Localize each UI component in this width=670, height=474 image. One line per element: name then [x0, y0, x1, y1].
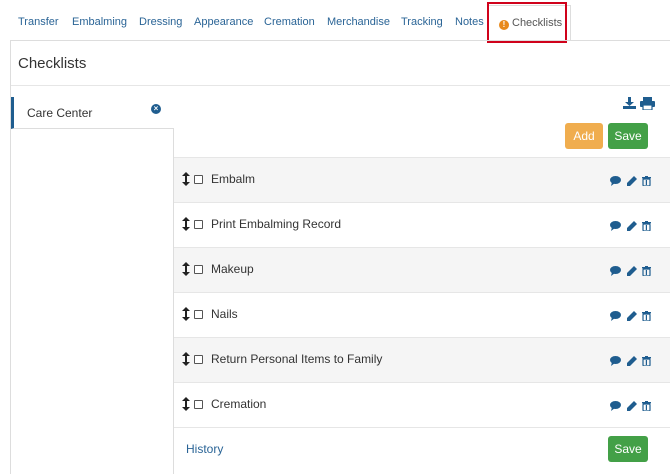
row-actions	[610, 308, 654, 322]
checklist-checkbox[interactable]	[194, 220, 203, 229]
comment-icon[interactable]	[610, 398, 621, 416]
history-link[interactable]: History	[186, 442, 223, 456]
tab-highlight-box	[487, 2, 567, 43]
checklist-checkbox[interactable]	[194, 400, 203, 409]
tab-tracking[interactable]: Tracking	[401, 0, 443, 40]
checklist-item-label: Return Personal Items to Family	[211, 352, 383, 366]
sidebar-item-care-center[interactable]: Care Center ×	[11, 97, 174, 129]
comment-icon[interactable]	[610, 173, 621, 191]
edit-icon[interactable]	[627, 398, 637, 416]
tab-dressing[interactable]: Dressing	[139, 0, 182, 40]
panel-heading: Checklists	[11, 41, 670, 86]
tab-merchandise[interactable]: Merchandise	[327, 0, 390, 40]
drag-handle-icon[interactable]	[182, 172, 190, 186]
checklist-item-label: Makeup	[211, 262, 254, 276]
row-actions	[610, 173, 654, 187]
tab-notes[interactable]: Notes	[455, 0, 484, 40]
row-actions	[610, 353, 654, 367]
row-actions	[610, 263, 654, 277]
comment-icon[interactable]	[610, 218, 621, 236]
checklist-row: Return Personal Items to Family	[174, 337, 670, 382]
print-icon[interactable]	[640, 97, 655, 110]
checklist-item-label: Embalm	[211, 172, 256, 186]
edit-icon[interactable]	[627, 308, 637, 326]
checklist-list: Embalm Print Embalming Record Makeup Nails R…	[174, 157, 670, 427]
tab-bar: Transfer Embalming Dressing Appearance C…	[10, 0, 670, 40]
tab-transfer[interactable]: Transfer	[18, 0, 59, 40]
checklist-item-label: Nails	[211, 307, 238, 321]
save-button[interactable]: Save	[608, 123, 648, 149]
drag-handle-icon[interactable]	[182, 397, 190, 411]
checklist-item-label: Cremation	[211, 397, 267, 411]
trash-icon[interactable]	[642, 353, 651, 371]
checklist-checkbox[interactable]	[194, 355, 203, 364]
checklist-checkbox[interactable]	[194, 175, 203, 184]
add-button[interactable]: Add	[565, 123, 603, 149]
drag-handle-icon[interactable]	[182, 307, 190, 321]
tab-cremation[interactable]: Cremation	[264, 0, 315, 40]
checklist-item-label: Print Embalming Record	[211, 217, 342, 231]
trash-icon[interactable]	[642, 308, 651, 326]
panel-footer: History Save	[174, 427, 670, 474]
trash-icon[interactable]	[642, 263, 651, 281]
edit-icon[interactable]	[627, 263, 637, 281]
comment-icon[interactable]	[610, 263, 621, 281]
checklist-row: Makeup	[174, 247, 670, 292]
tab-appearance[interactable]: Appearance	[194, 0, 253, 40]
drag-handle-icon[interactable]	[182, 352, 190, 366]
trash-icon[interactable]	[642, 173, 651, 191]
save-button-bottom[interactable]: Save	[608, 436, 648, 462]
tab-embalming[interactable]: Embalming	[72, 0, 127, 40]
checklist-row: Nails	[174, 292, 670, 337]
page-title: Checklists	[18, 55, 87, 72]
row-actions	[610, 218, 654, 232]
comment-icon[interactable]	[610, 308, 621, 326]
checklist-row: Cremation	[174, 382, 670, 427]
drag-handle-icon[interactable]	[182, 217, 190, 231]
download-icon[interactable]	[623, 97, 636, 109]
trash-icon[interactable]	[642, 398, 651, 416]
checklist-checkbox[interactable]	[194, 265, 203, 274]
sidebar: Care Center ×	[11, 97, 174, 474]
checklist-row: Embalm	[174, 157, 670, 202]
edit-icon[interactable]	[627, 173, 637, 191]
close-icon[interactable]: ×	[151, 104, 161, 114]
edit-icon[interactable]	[627, 353, 637, 371]
sidebar-item-label: Care Center	[27, 106, 93, 120]
drag-handle-icon[interactable]	[182, 262, 190, 276]
comment-icon[interactable]	[610, 353, 621, 371]
checklist-row: Print Embalming Record	[174, 202, 670, 247]
row-actions	[610, 398, 654, 412]
trash-icon[interactable]	[642, 218, 651, 236]
checklists-panel: Checklists Care Center × Add Save Embalm…	[10, 40, 670, 474]
edit-icon[interactable]	[627, 218, 637, 236]
checklist-content: Add Save Embalm Print Embalming Record Mak…	[174, 86, 670, 474]
checklist-checkbox[interactable]	[194, 310, 203, 319]
